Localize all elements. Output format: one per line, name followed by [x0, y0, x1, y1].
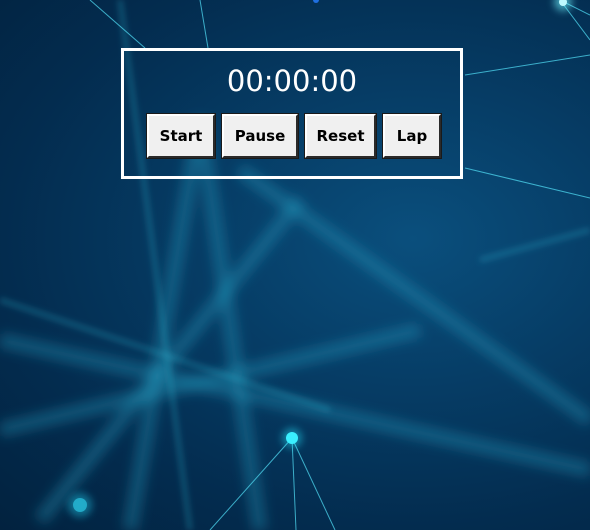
lap-button[interactable]: Lap — [382, 113, 442, 159]
stopwatch-panel: 00:00:00 Start Pause Reset Lap — [121, 48, 463, 179]
pause-button[interactable]: Pause — [221, 113, 299, 159]
start-button[interactable]: Start — [146, 113, 216, 159]
time-display: 00:00:00 — [226, 64, 358, 98]
reset-button[interactable]: Reset — [304, 113, 377, 159]
